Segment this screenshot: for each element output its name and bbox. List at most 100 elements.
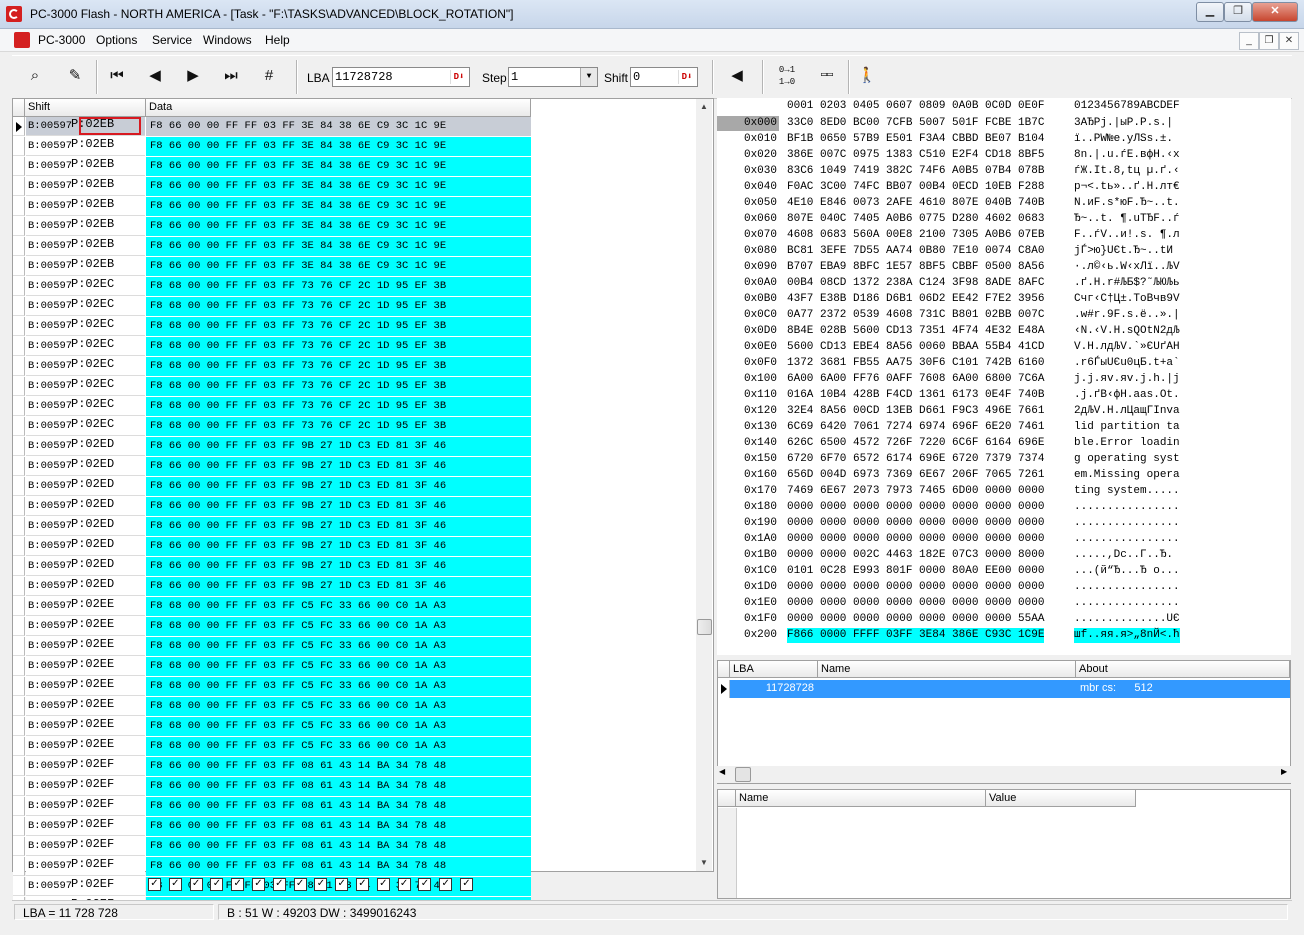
table-row[interactable]: B:00597P:02EFF8 66 00 00 FF FF 03 FF 08 … — [13, 797, 531, 817]
hex-row[interactable]: 0x0A0 00B4 08CD 1372 238A C124 3F98 8ADE … — [717, 276, 1291, 292]
column-checkbox[interactable]: ✓ — [293, 878, 307, 891]
table-row[interactable]: B:00597 P:02EB F8 66 00 00 FF FF 03 FF 3E … — [13, 237, 531, 257]
mdi-close-button[interactable]: ✕ — [1279, 32, 1299, 50]
scroll-right-icon[interactable]: ▶ — [1281, 767, 1287, 776]
chevron-down-icon[interactable]: ▼ — [580, 68, 597, 86]
table-row[interactable]: B:00597P:02EFF8 66 00 00 FF FF 03 FF 08 … — [13, 817, 531, 837]
bit-compare-icon[interactable]: ▭▭ — [814, 62, 840, 90]
hex-row[interactable]: 0x190 0000 0000 0000 0000 0000 0000 0000 … — [717, 516, 1291, 532]
column-checkbox[interactable]: ✓ — [335, 878, 349, 891]
table-row[interactable]: B:00597 P:02ED F8 66 00 00 FF FF 03 FF 9B … — [13, 517, 531, 537]
exit-icon[interactable]: 🚶 — [854, 62, 880, 90]
hex-row[interactable]: 0x1E0 0000 0000 0000 0000 0000 0000 0000 … — [717, 596, 1291, 612]
table-row[interactable]: B:00597P:02EFF8 66 00 00 FF FF 03 FF 08 … — [13, 837, 531, 857]
hex-row[interactable]: 0x0F0 1372 3681 FB55 AA75 30F6 C101 742B … — [717, 356, 1291, 372]
table-row[interactable]: B:00597 P:02EC F8 68 00 00 FF FF 03 FF 73 … — [13, 377, 531, 397]
hex-row[interactable]: 0x030 83C6 1049 7419 382C 74F6 A0B5 07B4 … — [717, 164, 1291, 180]
table-row[interactable]: B:00597 P:02EC F8 68 00 00 FF FF 03 FF 73 … — [13, 297, 531, 317]
column-checkbox[interactable]: ✓ — [418, 878, 432, 891]
table-row[interactable]: B:00597 P:02EB F8 66 00 00 FF FF 03 FF 3E … — [13, 157, 531, 177]
hex-row[interactable]: 0x1F0 0000 0000 0000 0000 0000 0000 0000 … — [717, 612, 1291, 628]
hex-row[interactable]: 0x060 807E 040C 7405 A0B6 0775 D280 4602 … — [717, 212, 1291, 228]
collapse-left-icon[interactable]: ◀ — [724, 62, 750, 90]
hex-row[interactable]: 0x100 6A00 6A00 FF76 0AFF 7608 6A00 6800 … — [717, 372, 1291, 388]
table-row[interactable]: B:00597 P:02EE F8 68 00 00 FF FF 03 FF C5 … — [13, 617, 531, 637]
column-checkbox[interactable]: ✓ — [376, 878, 390, 891]
table-row[interactable]: B:00597 P:02ED F8 66 00 00 FF FF 03 FF 9B … — [13, 477, 531, 497]
hex-row[interactable]: 0x090 B707 EBA9 8BFC 1E57 8BF5 CBBF 0500 … — [717, 260, 1291, 276]
column-checkbox[interactable]: ✓ — [189, 878, 203, 891]
next-page-icon[interactable]: ▶ — [180, 62, 206, 90]
step-select[interactable]: 1 ▼ — [508, 67, 598, 87]
hex-row[interactable]: 0x200 F866 0000 FFFF 03FF 3E84 386E C93C … — [717, 628, 1291, 644]
table-row[interactable]: B:00597 P:02EE F8 68 00 00 FF FF 03 FF C5 … — [13, 657, 531, 677]
table-row[interactable]: B:00597 P:02EB F8 66 00 00 FF FF 03 FF 3E … — [13, 257, 531, 277]
mdi-restore-button[interactable]: ❐ — [1259, 32, 1279, 50]
column-checkbox[interactable]: ✓ — [397, 878, 411, 891]
table-row[interactable]: B:00597 P:02EC F8 68 00 00 FF FF 03 FF 73 … — [13, 417, 531, 437]
hex-row[interactable]: 0x160 656D 004D 6973 7369 6E67 206F 7065 … — [717, 468, 1291, 484]
column-checkbox[interactable]: ✓ — [148, 878, 161, 891]
mdi-app-icon[interactable] — [14, 32, 30, 48]
table-row[interactable]: B:00597 P:02EE F8 68 00 00 FF FF 03 FF C5 … — [13, 597, 531, 617]
hex-row[interactable]: 0x1D0 0000 0000 0000 0000 0000 0000 0000 … — [717, 580, 1291, 596]
column-checkbox[interactable]: ✓ — [210, 878, 224, 891]
column-checkbox[interactable]: ✓ — [231, 878, 245, 891]
hex-row[interactable]: 0x130 6C69 6420 7061 7274 6974 696F 6E20 … — [717, 420, 1291, 436]
table-row[interactable]: B:00597 P:02EE F8 68 00 00 FF FF 03 FF C5 … — [13, 737, 531, 757]
edit-notes-icon[interactable]: ✎ — [62, 62, 88, 90]
maximize-button[interactable]: ❐ — [1224, 2, 1252, 22]
table-row[interactable]: B:00597 P:02ED F8 66 00 00 FF FF 03 FF 9B … — [13, 437, 531, 457]
download-icon[interactable]: D⬇ — [450, 70, 467, 84]
hex-row[interactable]: 0x0D0 8B4E 028B 5600 CD13 7351 4F74 4E32 … — [717, 324, 1291, 340]
last-page-icon[interactable]: ⏭ — [218, 62, 244, 90]
hex-row[interactable]: 0x150 6720 6F70 6572 6174 696E 6720 7379 … — [717, 452, 1291, 468]
close-button[interactable]: ✕ — [1252, 2, 1298, 22]
minimize-button[interactable]: ▁ — [1196, 2, 1224, 22]
column-checkbox[interactable]: ✓ — [460, 878, 473, 891]
grid-header-shift[interactable]: Shift — [25, 99, 146, 116]
hex-row[interactable]: 0x180 0000 0000 0000 0000 0000 0000 0000 … — [717, 500, 1291, 516]
hex-row[interactable]: 0x020 386E 007C 0975 1383 C510 E2F4 CD18 … — [717, 148, 1291, 164]
lba-header-about[interactable]: About — [1076, 661, 1290, 678]
table-row[interactable]: B:00597 P:02ED F8 66 00 00 FF FF 03 FF 9B … — [13, 577, 531, 597]
column-checkbox[interactable]: ✓ — [314, 878, 328, 891]
first-page-icon[interactable]: ⏮ — [104, 62, 130, 90]
hex-row[interactable]: 0x0B0 43F7 E38B D186 D6B1 06D2 EE42 F7E2 … — [717, 292, 1291, 308]
table-row[interactable]: B:00597 P:02ED F8 66 00 00 FF FF 03 FF 9B … — [13, 537, 531, 557]
table-row[interactable]: B:00597 P:02EC F8 68 00 00 FF FF 03 FF 73 … — [13, 357, 531, 377]
hex-row[interactable]: 0x120 32E4 8A56 00CD 13EB D661 F9C3 496E … — [717, 404, 1291, 420]
hex-row[interactable]: 0x140 626C 6500 4572 726F 7220 6C6F 6164 … — [717, 436, 1291, 452]
swap-bytes-icon[interactable]: 0→1 1→0 — [774, 62, 800, 92]
table-row[interactable]: B:00597 P:02ED F8 66 00 00 FF FF 03 FF 9B … — [13, 497, 531, 517]
table-row[interactable]: B:00597 P:02EE F8 68 00 00 FF FF 03 FF C5 … — [13, 717, 531, 737]
lba-header-lba[interactable]: LBA — [730, 661, 818, 678]
nv-header-name[interactable]: Name — [736, 790, 986, 807]
hex-row[interactable]: 0x040 F0AC 3C00 74FC BB07 00B4 0ECD 10EB … — [717, 180, 1291, 196]
hex-row[interactable]: 0x1B0 0000 0000 002C 4463 182E 07C3 0000 … — [717, 548, 1291, 564]
table-row[interactable]: B:00597 P:02EB F8 66 00 00 FF FF 03 FF 3E … — [13, 137, 531, 157]
hex-row[interactable]: 0x170 7469 6E67 2073 7973 7465 6D00 0000 … — [717, 484, 1291, 500]
scroll-down-icon[interactable]: ▼ — [696, 855, 712, 871]
hex-row[interactable]: 0x070 4608 0683 560A 00E8 2100 7305 A0B6 … — [717, 228, 1291, 244]
scroll-thumb[interactable] — [735, 767, 751, 782]
table-row[interactable]: B:00597 P:02EE F8 68 00 00 FF FF 03 FF C5 … — [13, 677, 531, 697]
menu-options[interactable]: Options — [96, 33, 137, 47]
mdi-minimize-button[interactable]: _ — [1239, 32, 1259, 50]
hex-row[interactable]: 0x010 BF1B 0650 57B9 E501 F3A4 CBBD BE07 … — [717, 132, 1291, 148]
table-row[interactable]: B:00597 P:02EC F8 68 00 00 FF FF 03 FF 73 … — [13, 337, 531, 357]
table-row[interactable]: B:00597 P:02ED F8 66 00 00 FF FF 03 FF 9B … — [13, 457, 531, 477]
grid-header-data[interactable]: Data — [146, 99, 531, 116]
hex-row[interactable]: 0x0E0 5600 CD13 EBE4 8A56 0060 BBAA 55B4 … — [717, 340, 1291, 356]
table-row[interactable]: B:00597 P:02EC F8 68 00 00 FF FF 03 FF 73 … — [13, 317, 531, 337]
column-checkbox[interactable]: ✓ — [168, 878, 182, 891]
column-checkbox[interactable]: ✓ — [272, 878, 286, 891]
hex-row[interactable]: 0x110 016A 10B4 428B F4CD 1361 6173 0E4F … — [717, 388, 1291, 404]
table-row[interactable]: B:00597 P:02EB F8 66 00 00 FF FF 03 FF 3E … — [13, 197, 531, 217]
shift-input[interactable]: 0 D⬇ — [630, 67, 698, 87]
hex-row[interactable]: 0x1C0 0101 0C28 E993 801F 0000 80A0 EE00 … — [717, 564, 1291, 580]
lba-hscrollbar[interactable]: ◀ ▶ — [717, 766, 1291, 783]
hex-row[interactable]: 0x1A0 0000 0000 0000 0000 0000 0000 0000 … — [717, 532, 1291, 548]
scroll-left-icon[interactable]: ◀ — [719, 767, 725, 776]
menu-windows[interactable]: Windows — [203, 33, 252, 47]
